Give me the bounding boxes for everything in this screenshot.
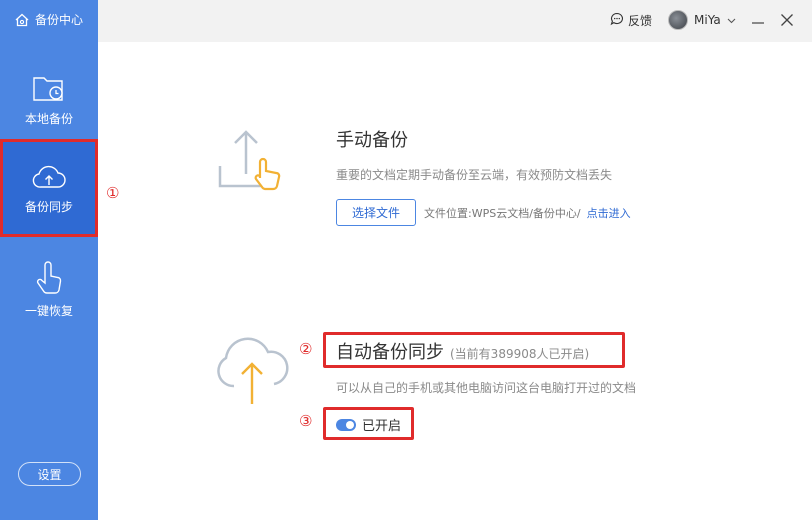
cloud-upload-icon xyxy=(217,337,289,404)
sidebar-item-backup-sync[interactable]: 备份同步 xyxy=(0,139,98,237)
close-button[interactable] xyxy=(778,12,796,30)
user-name: MiYa xyxy=(694,13,721,27)
feedback-label: 反馈 xyxy=(628,14,653,28)
close-icon xyxy=(780,12,794,31)
backup-center-window: 备份中心 本地备份 备份同步 一键恢复 设置 反馈 MiYa ① 手动备份 重要… xyxy=(0,0,812,520)
auto-backup-header: 自动备份同步 (当前有389908人已开启) xyxy=(336,338,589,364)
sidebar-item-local-backup[interactable]: 本地备份 xyxy=(0,50,98,148)
folder-clock-icon xyxy=(32,73,66,106)
cloud-upload-icon xyxy=(31,163,67,194)
auto-backup-title: 自动备份同步 xyxy=(336,342,444,363)
manual-backup-description: 重要的文档定期手动备份至云端，有效预防文档丢失 xyxy=(336,168,613,182)
sidebar: 备份中心 本地备份 备份同步 一键恢复 设置 xyxy=(0,0,98,520)
home-icon xyxy=(14,12,30,28)
auto-backup-user-count: (当前有389908人已开启) xyxy=(450,347,590,361)
annotation-marker-2: ② xyxy=(299,340,313,358)
file-location: 文件位置:WPS云文档/备份中心/点击进入 xyxy=(424,205,631,221)
auto-backup-description: 可以从自己的手机或其他电脑访问这台电脑打开过的文档 xyxy=(336,381,637,395)
upload-hand-icon xyxy=(218,130,281,191)
hand-pointer-icon xyxy=(33,260,65,298)
avatar xyxy=(668,10,688,30)
annotation-marker-1: ① xyxy=(106,184,120,202)
minimize-button[interactable] xyxy=(749,12,767,30)
toggle-status-label: 已开启 xyxy=(362,419,402,434)
choose-file-button[interactable]: 选择文件 xyxy=(336,199,416,226)
minimize-icon xyxy=(751,12,765,31)
title-bar: 反馈 MiYa xyxy=(98,0,812,42)
sidebar-item-label: 一键恢复 xyxy=(24,303,73,318)
annotation-marker-3: ③ xyxy=(299,412,313,430)
sidebar-item-label: 本地备份 xyxy=(24,111,73,126)
auto-backup-illustration xyxy=(214,334,290,410)
auto-backup-toggle-row: 已开启 xyxy=(336,415,401,434)
app-title: 备份中心 xyxy=(35,13,84,27)
open-location-link[interactable]: 点击进入 xyxy=(587,207,631,220)
user-menu[interactable]: MiYa xyxy=(668,10,736,30)
chevron-down-icon xyxy=(727,13,736,27)
settings-button[interactable]: 设置 xyxy=(18,462,81,486)
sidebar-item-label: 备份同步 xyxy=(24,199,73,214)
file-location-label: 文件位置:WPS云文档/备份中心/ xyxy=(424,207,581,220)
feedback-button[interactable]: 反馈 xyxy=(610,12,652,29)
chat-bubble-icon xyxy=(610,12,624,29)
manual-backup-title: 手动备份 xyxy=(336,130,408,151)
sidebar-item-one-click-restore[interactable]: 一键恢复 xyxy=(0,240,98,338)
app-brand: 备份中心 xyxy=(14,11,83,28)
auto-backup-toggle[interactable] xyxy=(336,418,356,431)
manual-backup-illustration xyxy=(216,126,296,196)
